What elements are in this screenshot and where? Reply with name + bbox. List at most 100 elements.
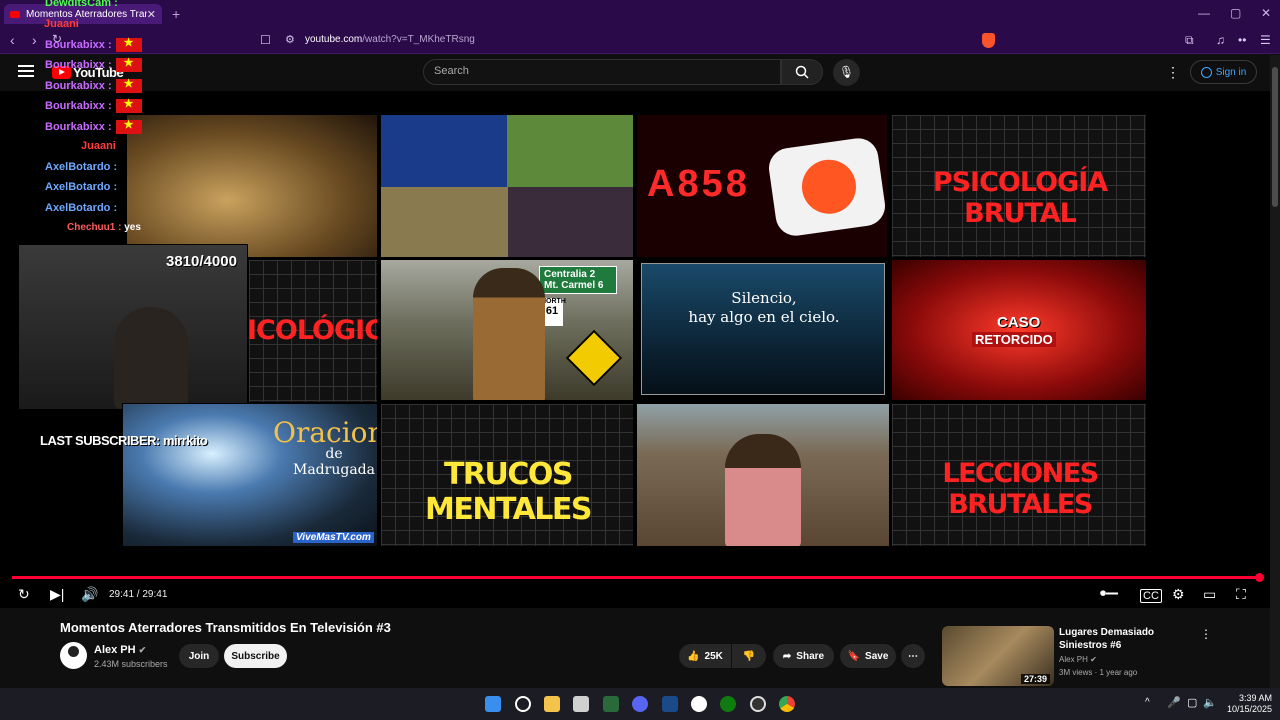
- settings-gear-icon[interactable]: ⚙: [1172, 586, 1185, 603]
- close-window-icon[interactable]: ✕: [1261, 6, 1271, 20]
- next-icon[interactable]: ▶|: [50, 586, 64, 603]
- chrome-icon[interactable]: [779, 696, 795, 712]
- more-icon: ⋯: [908, 650, 918, 662]
- windows-start-icon[interactable]: [485, 696, 501, 712]
- page-scrollbar[interactable]: [1270, 55, 1280, 688]
- voice-search-button[interactable]: 🎙: [833, 59, 860, 86]
- road-sign: Centralia 2 Mt. Carmel 6: [539, 266, 617, 294]
- store-icon[interactable]: [573, 696, 589, 712]
- thumbnail-cave: [126, 114, 378, 258]
- chat-message: Juaani: [81, 140, 116, 152]
- thumbnail-caso-retorcido: CASO RETORCIDO: [891, 259, 1147, 401]
- chat-message: Bourkabixx :: [45, 36, 142, 52]
- thumbnail-oraciones: Oraciones de Madrugada ViveMasTV.com: [122, 403, 378, 547]
- video-title: Momentos Aterradores Transmitidos En Tel…: [60, 620, 391, 635]
- thumbs-down-icon: 👎: [742, 650, 756, 662]
- settings-kebab-icon[interactable]: ⋮: [1166, 64, 1180, 81]
- flag-icon: [115, 118, 142, 134]
- sign-in-button[interactable]: Sign in: [1190, 60, 1257, 84]
- new-tab-button[interactable]: +: [172, 6, 180, 22]
- forward-icon[interactable]: ›: [32, 32, 37, 48]
- related-channel[interactable]: Alex PH ✔: [1059, 655, 1097, 664]
- chat-message: Bourkabixx :: [45, 77, 142, 93]
- share-button[interactable]: ➦ Share: [773, 644, 834, 668]
- thumbnail-village: [636, 403, 890, 547]
- file-explorer-icon[interactable]: [544, 696, 560, 712]
- progress-scrubber[interactable]: [1255, 573, 1264, 582]
- search-icon[interactable]: [515, 696, 531, 712]
- microphone-icon[interactable]: 🎤: [1167, 696, 1181, 709]
- minimize-icon[interactable]: —: [1198, 6, 1210, 20]
- app-icon[interactable]: [662, 696, 678, 712]
- captions-icon[interactable]: CC: [1140, 589, 1162, 603]
- thumbnail-trucos-mentales: TRUCOS MENTALES: [380, 403, 634, 547]
- microphone-icon: 🎙: [838, 65, 855, 79]
- youtube-favicon-icon: [10, 10, 20, 18]
- network-icon[interactable]: ▢: [1187, 696, 1197, 709]
- autoplay-toggle[interactable]: ⏺━: [1100, 586, 1118, 601]
- dislike-button[interactable]: 👎: [732, 644, 766, 668]
- volume-icon[interactable]: 🔈: [1203, 696, 1217, 709]
- thumbnail-silencio: Silencio, hay algo en el cielo.: [641, 263, 885, 395]
- discord-icon[interactable]: [632, 696, 648, 712]
- subscribe-button[interactable]: Subscribe: [224, 644, 287, 668]
- bookmark-icon[interactable]: ☐: [260, 33, 271, 47]
- time-display: 29:41 / 29:41: [109, 589, 168, 600]
- search-button[interactable]: [781, 59, 823, 85]
- chat-message: Juaani: [44, 18, 79, 30]
- app-icon[interactable]: [603, 696, 619, 712]
- xbox-icon[interactable]: [720, 696, 736, 712]
- screenshot-icon[interactable]: ⧉: [1185, 33, 1194, 48]
- thumbnail-reddit: A858: [636, 114, 888, 258]
- share-icon: ➦: [782, 650, 792, 662]
- chat-message: AxelBotardo :: [45, 181, 118, 193]
- chat-message: Bourkabixx :: [45, 97, 142, 113]
- save-button[interactable]: 🔖 Save: [840, 644, 896, 668]
- fullscreen-icon[interactable]: ⛶: [1236, 586, 1246, 603]
- thumbnail-collage: [380, 114, 634, 258]
- search-input[interactable]: Search: [423, 59, 781, 85]
- search-icon: [795, 65, 809, 79]
- tab-close-icon[interactable]: ✕: [147, 8, 156, 21]
- theater-mode-icon[interactable]: ▭: [1203, 586, 1216, 603]
- flag-icon: [115, 36, 142, 52]
- chat-message: Bourkabixx :: [45, 56, 142, 72]
- more-actions-button[interactable]: ⋯: [901, 644, 925, 668]
- related-more-icon[interactable]: ⋮: [1200, 627, 1212, 641]
- site-settings-icon[interactable]: ⚙: [285, 33, 295, 46]
- flag-icon: [115, 77, 142, 93]
- maximize-icon[interactable]: ▢: [1230, 6, 1241, 20]
- chat-message: Chechuu1 : yes: [67, 222, 141, 233]
- hamburger-menu-icon[interactable]: [18, 65, 34, 77]
- url-field[interactable]: youtube.com/watch?v=T_MKheTRsng: [305, 34, 475, 45]
- music-icon[interactable]: ♫: [1216, 33, 1225, 47]
- brave-shield-icon[interactable]: [982, 33, 995, 48]
- like-button[interactable]: 👍 25K: [679, 644, 731, 668]
- tray-chevron-icon[interactable]: ^: [1145, 697, 1150, 708]
- channel-avatar[interactable]: [60, 642, 87, 669]
- progress-bar[interactable]: [12, 576, 1260, 579]
- browser-menu-icon[interactable]: ☰: [1260, 33, 1271, 47]
- related-video-thumbnail[interactable]: 27:39: [942, 626, 1054, 686]
- flag-icon: [115, 97, 142, 113]
- sub-goal-counter: 3810/4000: [166, 253, 237, 270]
- extensions-icon[interactable]: ••: [1238, 33, 1246, 47]
- thumbnail-psicologia: PSICOLOGÍA BRUTAL: [891, 114, 1147, 258]
- back-icon[interactable]: ‹: [10, 32, 15, 48]
- verified-icon: ✔: [1090, 655, 1097, 664]
- chat-top-user: DewditsCam :: [45, 0, 118, 9]
- chat-message: AxelBotardo :: [45, 202, 118, 214]
- scrollbar-thumb[interactable]: [1272, 67, 1278, 207]
- thumbnail-lecciones-brutales: LECCIONES BRUTALES: [891, 403, 1147, 547]
- join-button[interactable]: Join: [179, 644, 219, 668]
- video-player[interactable]: A858 PSICOLOGÍA BRUTAL 3810/4000 ICOLÓGI…: [0, 91, 1270, 608]
- app-icon[interactable]: [750, 696, 766, 712]
- youtube-header: YouTube Search 🎙 ⋮ Sign in: [0, 55, 1270, 91]
- channel-name[interactable]: Alex PH ✔: [94, 644, 146, 656]
- browser-tab-bar: Momentos Aterradores Transmitidos En Tel…: [0, 0, 1280, 28]
- replay-icon[interactable]: ↻: [18, 586, 30, 603]
- clock[interactable]: 3:39 AM 10/15/2025: [1227, 693, 1272, 715]
- volume-icon[interactable]: 🔊: [81, 586, 98, 603]
- steam-icon[interactable]: [691, 696, 707, 712]
- related-video-title[interactable]: Lugares Demasiado Siniestros #6: [1059, 626, 1189, 652]
